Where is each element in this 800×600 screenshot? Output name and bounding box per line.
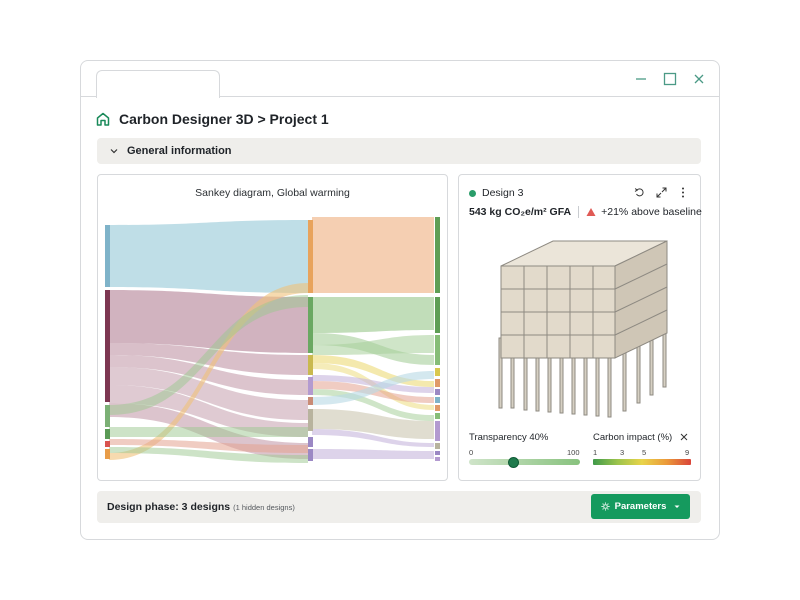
sankey-node	[435, 421, 440, 441]
sankey-flow	[109, 220, 308, 293]
impact-tick: 9	[685, 448, 690, 457]
minimize-icon[interactable]	[633, 71, 649, 87]
sankey-node	[308, 409, 313, 431]
building-3d-model[interactable]	[489, 233, 679, 423]
design-header: Design 3	[469, 187, 523, 199]
app-window: Carbon Designer 3D > Project 1 General i…	[80, 60, 720, 540]
transparency-label: Transparency 40%	[469, 432, 549, 443]
transparency-max: 100	[567, 448, 580, 457]
home-icon[interactable]	[95, 111, 111, 127]
sankey-diagram	[105, 217, 440, 463]
sankey-flow	[312, 449, 434, 459]
sankey-node	[105, 225, 110, 287]
design-toolbar	[632, 185, 690, 199]
triangle-up-icon	[586, 208, 596, 216]
design-phase-label: Design phase: 3 designs (1 hidden designs…	[107, 501, 295, 513]
transparency-min: 0	[469, 448, 474, 457]
impact-tick: 1	[593, 448, 598, 457]
design-name: Design 3	[482, 187, 524, 199]
sankey-node	[105, 449, 110, 459]
slider-thumb[interactable]	[507, 456, 519, 468]
general-information-label: General information	[127, 145, 232, 157]
sankey-node	[435, 413, 440, 419]
sankey-node	[105, 405, 110, 427]
carbon-impact-scale	[593, 459, 691, 465]
undo-icon[interactable]	[632, 185, 646, 199]
window-tab[interactable]	[96, 70, 220, 98]
sankey-flow	[312, 217, 434, 293]
divider	[578, 206, 580, 218]
sankey-node	[435, 451, 440, 455]
parameters-button[interactable]: Parameters	[591, 494, 690, 519]
parameters-label: Parameters	[614, 501, 667, 512]
gear-icon	[601, 502, 610, 511]
sankey-node	[435, 217, 440, 293]
carbon-impact-label: Carbon impact (%)	[593, 432, 673, 443]
sankey-panel: Sankey diagram, Global warming	[97, 174, 448, 481]
sankey-node	[308, 297, 313, 353]
sankey-node	[308, 449, 313, 461]
metric-row: 543 kg CO₂e/m² GFA +21% above baseline	[469, 206, 702, 218]
sankey-node	[435, 389, 440, 395]
maximize-icon[interactable]	[662, 71, 678, 87]
sankey-node	[435, 405, 440, 411]
expand-icon[interactable]	[654, 185, 668, 199]
more-vertical-icon[interactable]	[676, 185, 690, 199]
sankey-node	[105, 441, 110, 447]
sankey-flow	[312, 297, 434, 333]
sankey-node	[308, 220, 313, 293]
design-phase-text: Design phase: 3 designs	[107, 501, 231, 513]
close-icon[interactable]	[691, 71, 707, 87]
design-phase-bar: Design phase: 3 designs (1 hidden designs…	[97, 491, 701, 523]
sankey-node	[435, 457, 440, 461]
sankey-node	[435, 397, 440, 403]
page-title: Carbon Designer 3D > Project 1	[119, 111, 329, 127]
sankey-title: Sankey diagram, Global warming	[195, 187, 350, 199]
status-dot	[469, 189, 476, 197]
caret-down-icon	[674, 505, 680, 508]
sankey-node	[435, 297, 440, 333]
design-panel: Design 3 543 kg CO₂e/m² GFA +21% above b…	[458, 174, 702, 481]
impact-tick: 5	[642, 448, 647, 457]
sankey-node	[308, 355, 313, 375]
sankey-node	[435, 368, 440, 376]
sankey-node	[308, 377, 313, 395]
sankey-flow	[109, 427, 308, 437]
carbon-metric: 543 kg CO₂e/m² GFA	[469, 206, 572, 218]
sankey-node	[308, 437, 313, 447]
chevron-down-icon	[110, 149, 118, 154]
sankey-node	[435, 335, 440, 365]
breadcrumb: Carbon Designer 3D > Project 1	[95, 109, 329, 129]
impact-tick: 3	[620, 448, 625, 457]
transparency-slider[interactable]	[469, 456, 580, 468]
sankey-node	[435, 379, 440, 387]
title-bar	[81, 61, 719, 98]
general-information-toggle[interactable]: General information	[97, 138, 701, 164]
sankey-node	[435, 443, 440, 449]
hidden-designs-note: (1 hidden designs)	[233, 503, 295, 512]
sankey-node	[308, 397, 313, 405]
sankey-node	[105, 290, 110, 402]
baseline-delta: +21% above baseline	[601, 206, 702, 218]
sankey-node	[105, 429, 110, 439]
close-icon[interactable]	[679, 432, 689, 442]
